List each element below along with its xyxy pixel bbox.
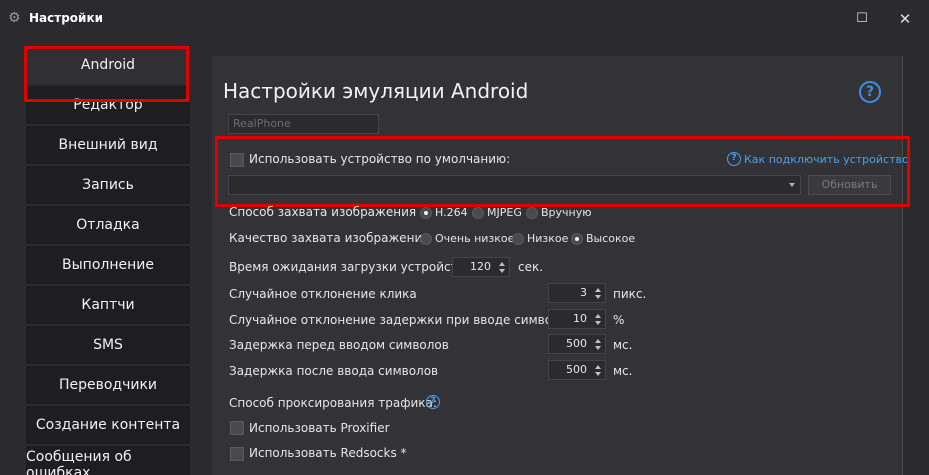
- capture-method-h264-radio[interactable]: [420, 207, 432, 219]
- delay-after-typing-label: Задержка после ввода символов: [229, 364, 439, 378]
- click-deviation-label: Случайное отклонение клика: [229, 287, 417, 301]
- load-timeout-unit: сек.: [518, 260, 544, 274]
- how-to-connect-link[interactable]: ? Как подключить устройство: [727, 152, 909, 166]
- settings-sidebar: Android Редактор Внешний вид Запись Отла…: [26, 46, 190, 475]
- proxy-help-icon[interactable]: ?: [426, 395, 440, 409]
- delay-before-typing-label: Задержка перед вводом символов: [229, 338, 449, 352]
- device-select[interactable]: [228, 175, 801, 195]
- spin-up-icon[interactable]: [595, 365, 601, 369]
- sidebar-item-error-messages[interactable]: Сообщения об ошибках: [26, 446, 190, 475]
- sidebar-item-captcha[interactable]: Каптчи: [26, 286, 190, 324]
- window-title: Настройки: [29, 11, 104, 25]
- typing-delay-deviation-spinbox[interactable]: 10: [548, 309, 606, 329]
- sidebar-item-appearance[interactable]: Внешний вид: [26, 126, 190, 164]
- close-button[interactable]: ✕: [895, 9, 915, 29]
- spin-up-icon[interactable]: [595, 288, 601, 292]
- sidebar-item-translators[interactable]: Переводчики: [26, 366, 190, 404]
- sidebar-item-execution[interactable]: Выполнение: [26, 246, 190, 284]
- typing-delay-deviation-label: Случайное отклонение задержки при вводе …: [229, 313, 575, 327]
- load-timeout-label: Время ожидания загрузки устройства: [229, 260, 473, 274]
- capture-method-manual-radio[interactable]: [526, 207, 538, 219]
- spin-up-icon[interactable]: [595, 314, 601, 318]
- sidebar-item-content-creation[interactable]: Создание контента: [26, 406, 190, 444]
- spin-down-icon[interactable]: [595, 295, 601, 299]
- spin-up-icon[interactable]: [595, 339, 601, 343]
- capture-quality-label: Качество захвата изображения: [229, 231, 430, 245]
- page-title: Настройки эмуляции Android: [223, 79, 529, 103]
- help-icon[interactable]: ?: [859, 81, 881, 103]
- delay-after-typing-spinbox[interactable]: 500: [548, 360, 606, 380]
- quality-very-low-label: Очень низкое: [435, 232, 515, 245]
- sidebar-item-android[interactable]: Android: [26, 46, 190, 84]
- quality-high-label: Высокое: [586, 232, 636, 245]
- delay-after-typing-value: 500: [566, 363, 587, 376]
- delay-after-typing-unit: мс.: [613, 364, 633, 378]
- typing-delay-deviation-unit: %: [613, 313, 625, 327]
- refresh-button[interactable]: Обновить: [808, 175, 891, 195]
- maximize-button[interactable]: ☐: [852, 9, 872, 29]
- proxy-method-label: Способ проксирования трафика:: [229, 396, 437, 410]
- capture-method-manual-label: Вручную: [541, 206, 592, 219]
- click-deviation-unit: пикс.: [613, 287, 647, 301]
- sidebar-item-recording[interactable]: Запись: [26, 166, 190, 204]
- load-timeout-spinbox[interactable]: 120: [452, 257, 510, 277]
- delay-before-typing-spinbox[interactable]: 500: [548, 334, 606, 354]
- quality-low-radio[interactable]: [512, 233, 524, 245]
- gear-icon: ⚙: [8, 10, 21, 26]
- sidebar-item-editor[interactable]: Редактор: [26, 86, 190, 124]
- device-name-field[interactable]: RealPhone: [228, 114, 379, 134]
- question-icon: ?: [727, 152, 741, 166]
- spin-down-icon[interactable]: [595, 372, 601, 376]
- how-to-connect-text: Как подключить устройство: [744, 152, 909, 166]
- use-proxifier-label: Использовать Proxifier: [249, 421, 390, 435]
- capture-method-mjpeg-radio[interactable]: [472, 207, 484, 219]
- spin-down-icon[interactable]: [595, 346, 601, 350]
- sidebar-item-sms[interactable]: SMS: [26, 326, 190, 364]
- typing-delay-deviation-value: 10: [573, 312, 587, 325]
- title-bar: ⚙ Настройки ☐ ✕: [0, 0, 929, 38]
- use-redsocks-checkbox[interactable]: [230, 447, 244, 461]
- default-device-label: Использовать устройство по умолчанию:: [249, 152, 511, 166]
- sidebar-item-debug[interactable]: Отладка: [26, 206, 190, 244]
- use-proxifier-checkbox[interactable]: [230, 421, 244, 435]
- delay-before-typing-unit: мс.: [613, 338, 633, 352]
- use-redsocks-label: Использовать Redsocks *: [249, 446, 407, 460]
- capture-method-mjpeg-label: MJPEG: [487, 206, 522, 219]
- capture-method-h264-label: H.264: [435, 206, 468, 219]
- click-deviation-spinbox[interactable]: 3: [548, 283, 606, 303]
- spin-up-icon[interactable]: [499, 262, 505, 266]
- quality-low-label: Низкое: [527, 232, 569, 245]
- capture-method-label: Способ захвата изображения: [229, 205, 417, 219]
- spin-down-icon[interactable]: [595, 321, 601, 325]
- spin-down-icon[interactable]: [499, 269, 505, 273]
- load-timeout-value: 120: [470, 260, 491, 273]
- chevron-down-icon: [789, 183, 795, 187]
- quality-high-radio[interactable]: [571, 233, 583, 245]
- click-deviation-value: 3: [580, 286, 587, 299]
- delay-before-typing-value: 500: [566, 337, 587, 350]
- quality-very-low-radio[interactable]: [420, 233, 432, 245]
- default-device-checkbox[interactable]: [230, 153, 244, 167]
- panel-divider: [902, 56, 903, 475]
